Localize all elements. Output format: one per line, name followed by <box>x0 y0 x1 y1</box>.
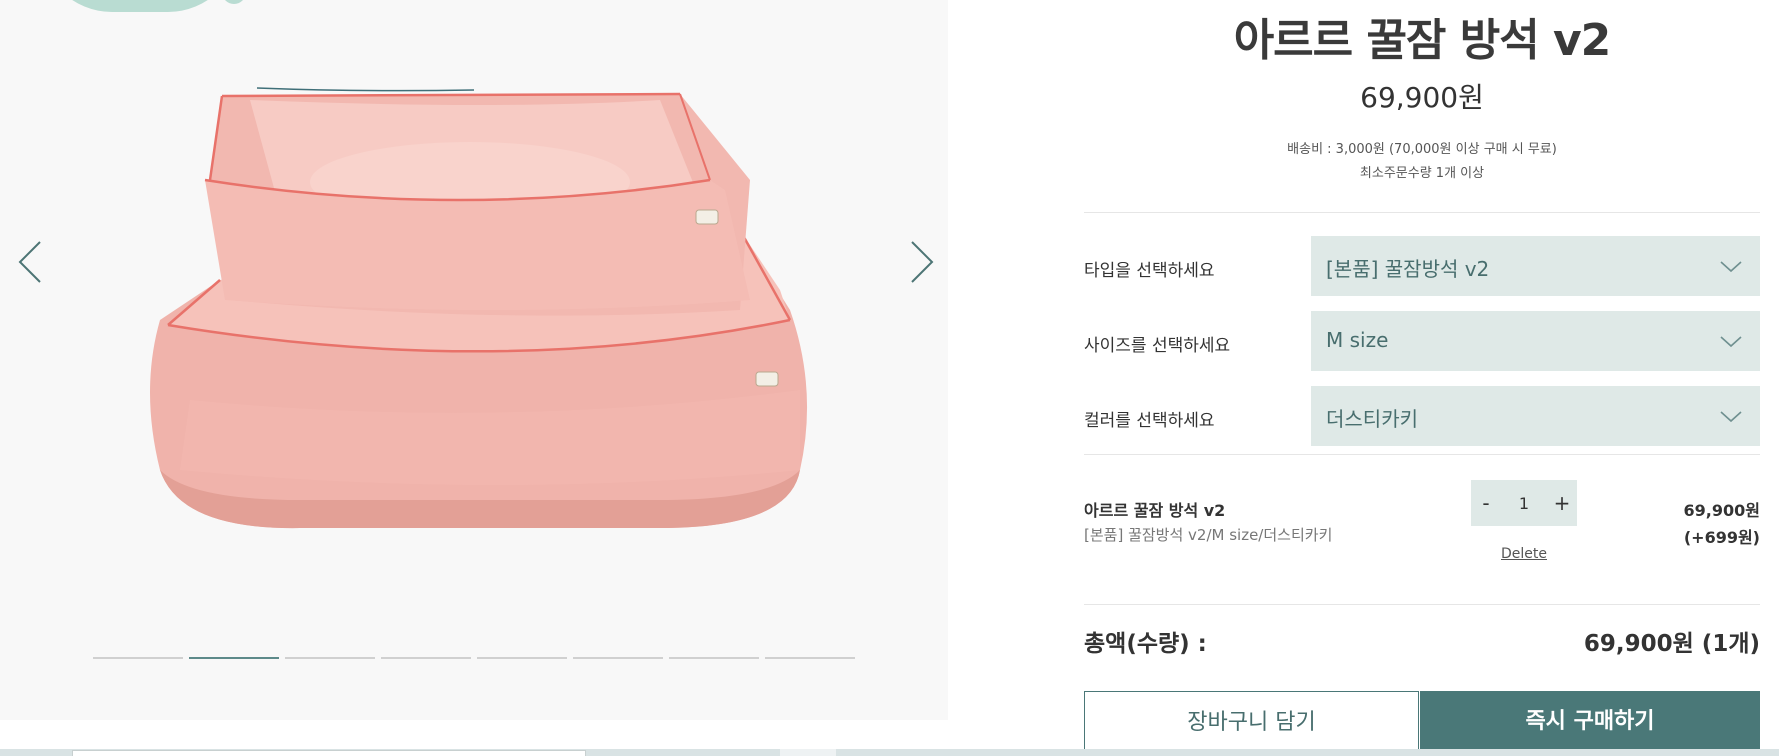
chevron-down-icon <box>1720 336 1742 348</box>
slide-indicator[interactable] <box>573 657 663 659</box>
size-select-value: M size <box>1326 328 1389 352</box>
slide-indicator[interactable] <box>93 657 183 659</box>
option-row-size: 사이즈를 선택하세요 M size <box>1084 311 1760 371</box>
slide-indicator[interactable] <box>669 657 759 659</box>
shipping-fee: 배송비 : 3,000원 (70,000원 이상 구매 시 무료) <box>1287 142 1557 157</box>
product-title: 아르르 꿀잠 방석 v2 <box>1233 15 1612 66</box>
type-select-value: [본품] 꿀잠방석 v2 <box>1326 257 1490 281</box>
chevron-right-icon[interactable] <box>900 240 940 284</box>
slide-indicator[interactable] <box>285 657 375 659</box>
slide-indicators <box>93 657 855 659</box>
color-select-value: 더스티카키 <box>1326 407 1418 431</box>
bottom-input-field[interactable] <box>72 750 586 756</box>
total-value: 69,900원 (1개) <box>1583 631 1760 657</box>
selected-item-points: (+699원) <box>1683 528 1760 547</box>
selected-item-price-block: 69,900원 (+699원) <box>1684 497 1760 551</box>
divider <box>1084 604 1760 605</box>
divider <box>1084 212 1760 213</box>
bottom-tab[interactable] <box>780 749 836 756</box>
add-to-cart-button[interactable]: 장바구니 담기 <box>1084 691 1419 756</box>
option-label-color: 컬러를 선택하세요 <box>1084 411 1215 431</box>
color-select[interactable]: 더스티카키 <box>1311 386 1760 446</box>
option-row-color: 컬러를 선택하세요 더스티카키 <box>1084 386 1760 446</box>
delete-link[interactable]: Delete <box>1471 546 1577 562</box>
total-label: 총액(수량) : <box>1084 631 1207 657</box>
size-select[interactable]: M size <box>1311 311 1760 371</box>
quantity-decrease-button[interactable]: - <box>1471 490 1501 516</box>
chevron-down-icon <box>1720 411 1742 423</box>
chevron-down-icon <box>1720 261 1742 273</box>
speech-bubble-decoration <box>40 0 246 12</box>
slide-indicator[interactable] <box>765 657 855 659</box>
selected-item-price: 69,900원 <box>1683 501 1760 520</box>
quantity-stepper: - + <box>1471 480 1577 526</box>
min-order-quantity: 최소주문수량 1개 이상 <box>1359 166 1485 181</box>
slide-indicator[interactable] <box>381 657 471 659</box>
quantity-input[interactable] <box>1501 488 1547 518</box>
selected-item-options: [본품] 꿀잠방석 v2/M size/더스티카키 <box>1084 526 1333 544</box>
selected-item-name: 아르르 꿀잠 방석 v2 <box>1084 501 1226 520</box>
shipping-info: 배송비 : 3,000원 (70,000원 이상 구매 시 무료) 최소주문수량… <box>1084 138 1760 186</box>
option-row-type: 타입을 선택하세요 [본품] 꿀잠방석 v2 <box>1084 236 1760 296</box>
product-image <box>150 87 808 529</box>
buy-now-button[interactable]: 즉시 구매하기 <box>1420 691 1760 756</box>
slide-indicator-active[interactable] <box>189 657 279 659</box>
quantity-increase-button[interactable]: + <box>1547 490 1577 516</box>
chevron-left-icon[interactable] <box>12 240 52 284</box>
option-label-size: 사이즈를 선택하세요 <box>1084 336 1231 356</box>
slide-indicator[interactable] <box>477 657 567 659</box>
option-label-type: 타입을 선택하세요 <box>1084 261 1215 281</box>
divider <box>1084 454 1760 455</box>
type-select[interactable]: [본품] 꿀잠방석 v2 <box>1311 236 1760 296</box>
product-gallery <box>0 0 948 720</box>
product-price: 69,900원 <box>1360 81 1484 114</box>
